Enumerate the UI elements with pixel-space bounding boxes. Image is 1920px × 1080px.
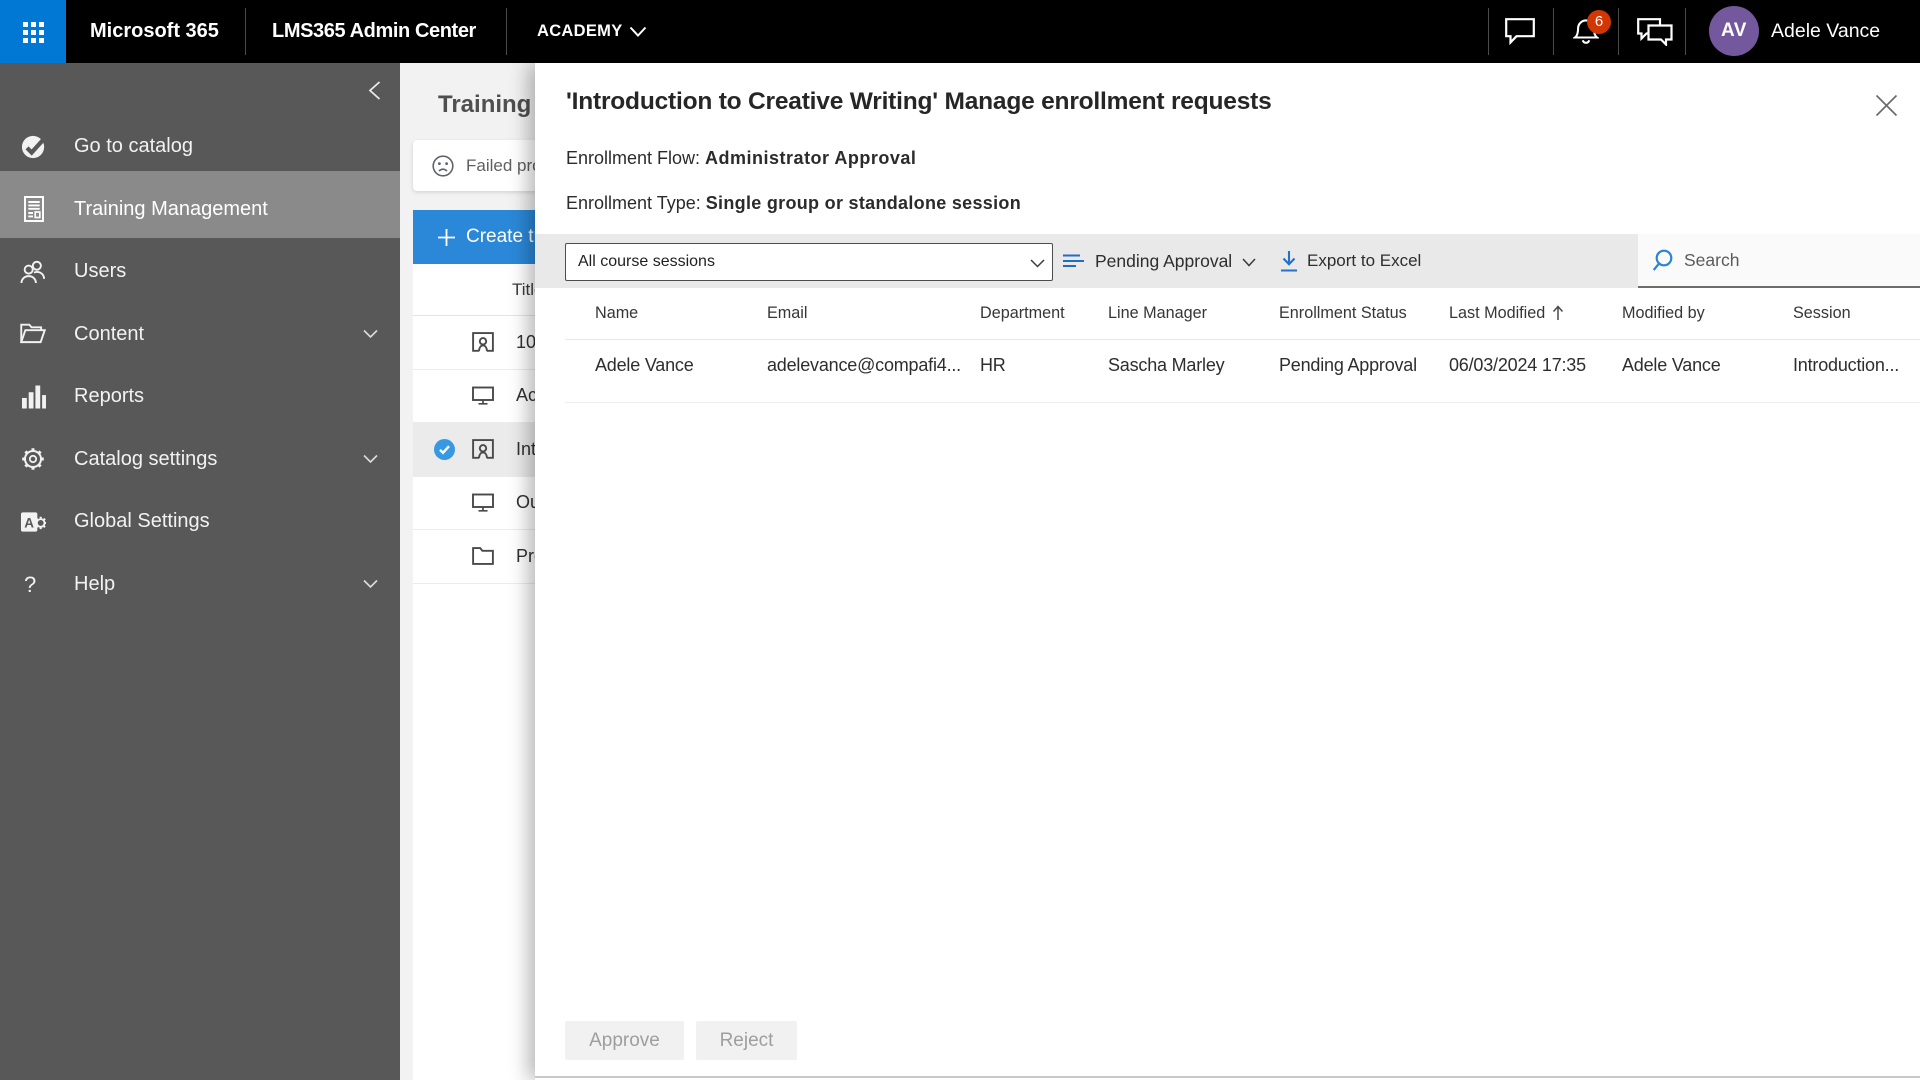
- svg-text:A: A: [24, 515, 34, 530]
